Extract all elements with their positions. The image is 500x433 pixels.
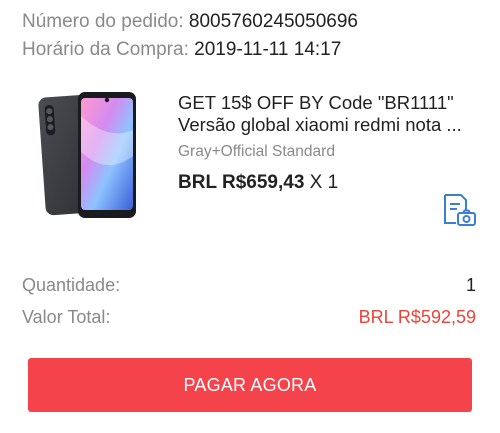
purchase-time-label: Horário da Compra:: [22, 39, 189, 60]
product-variant: Gray+Official Standard: [178, 143, 335, 160]
quantity-label: Quantidade:: [22, 275, 121, 295]
invoice-photo-icon[interactable]: [440, 193, 478, 227]
total-label: Valor Total:: [22, 307, 111, 327]
order-number-label: Número do pedido:: [22, 11, 184, 32]
product-quantity-suffix: X 1: [309, 172, 339, 193]
pay-now-button[interactable]: PAGAR AGORA: [28, 358, 472, 412]
purchase-time-row: Horário da Compra: 2019-11-11 14:17: [22, 39, 341, 61]
product-image[interactable]: [28, 86, 154, 226]
total-value: BRL R$592,59: [358, 307, 476, 327]
product-price: BRL R$659,43: [178, 172, 305, 193]
quantity-value: 1: [465, 275, 476, 295]
purchase-time-value: 2019-11-11 14:17: [194, 39, 342, 60]
order-number-value: 8005760245050696: [188, 11, 358, 32]
order-detail-page: Número do pedido: 8005760245050696 Horár…: [0, 0, 500, 433]
product-price-row: BRL R$659,43 X 1: [178, 172, 338, 194]
order-number-row: Número do pedido: 8005760245050696: [22, 11, 358, 33]
product-title-line-2[interactable]: Versão global xiaomi redmi nota ...: [178, 114, 478, 136]
product-title-line-1[interactable]: GET 15$ OFF BY Code "BR1111": [178, 92, 478, 114]
